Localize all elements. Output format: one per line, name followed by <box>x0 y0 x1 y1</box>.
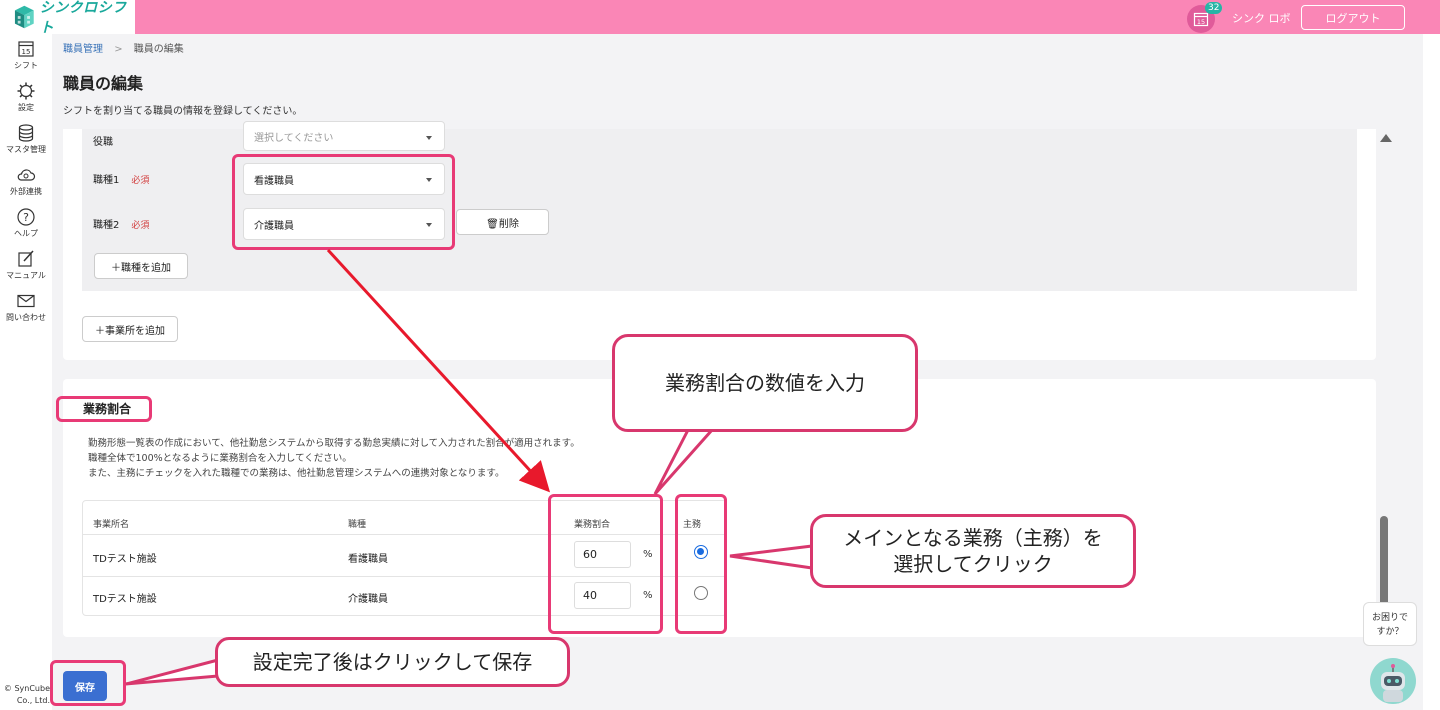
sidebar-item-label: シフト <box>14 61 38 70</box>
breadcrumb: 職員管理 > 職員の編集 <box>63 40 184 55</box>
scroll-up-arrow-icon[interactable] <box>1380 134 1392 142</box>
required-badge: 必須 <box>131 176 150 186</box>
required-badge: 必須 <box>131 221 150 231</box>
help-robot-avatar[interactable] <box>1370 658 1416 704</box>
job1-select-value: 看護職員 <box>254 175 294 187</box>
job-type-panel: 役職 選択してください 職種1 必須 看護職員 職種2 必須 介護職員 🗑削除 ＋職… <box>82 121 1357 291</box>
sidebar-item-label: マスタ管理 <box>6 145 46 154</box>
breadcrumb-current: 職員の編集 <box>133 44 184 55</box>
copyright: © SynCube Co., Ltd. <box>2 683 50 707</box>
row-divider <box>83 534 726 535</box>
delete-job-button[interactable]: 🗑削除 <box>456 209 549 235</box>
percent-unit: % <box>643 590 653 601</box>
copyright-line: Co., Ltd. <box>16 696 50 705</box>
sidebar-item-label: 設定 <box>18 103 34 112</box>
sidebar-item-help[interactable]: ? ヘルプ <box>0 207 52 239</box>
cloud-sync-icon <box>17 169 36 181</box>
page-description: シフトを割り当てる職員の情報を登録してください。 <box>63 106 303 117</box>
work-ratio-card: 業務割合 勤務形態一覧表の作成において、他社勤怠システムから取得する勤怠実績に対… <box>63 379 1376 637</box>
add-job-button[interactable]: ＋職種を追加 <box>94 253 188 279</box>
page-title: 職員の編集 <box>63 74 144 93</box>
scrollbar[interactable] <box>1376 130 1394 628</box>
sidebar-item-label: マニュアル <box>6 271 46 280</box>
office-assignment-card: 役職 選択してください 職種1 必須 看護職員 職種2 必須 介護職員 🗑削除 ＋職… <box>63 121 1376 360</box>
user-name: シンク ロボ <box>1232 12 1291 25</box>
logout-button[interactable]: ログアウト <box>1301 5 1405 30</box>
svg-text:?: ? <box>23 211 29 224</box>
job2-select[interactable]: 介護職員 <box>243 208 445 240</box>
job2-label-text: 職種2 <box>93 220 120 231</box>
mail-icon <box>17 294 35 308</box>
office-cell: TDテスト施設 <box>93 594 157 605</box>
column-header-job: 職種 <box>348 520 367 530</box>
help-bubble-line: すか？ <box>1376 627 1404 637</box>
chevron-down-icon <box>426 178 432 182</box>
position-label: 役職 <box>93 137 113 148</box>
logo-cube-icon <box>14 5 34 29</box>
job1-select[interactable]: 看護職員 <box>243 163 445 195</box>
job2-label: 職種2 必須 <box>93 216 149 231</box>
ratio-input[interactable]: 60 <box>574 541 631 568</box>
work-ratio-title: 業務割合 <box>83 402 132 416</box>
column-header-main: 主務 <box>683 520 702 530</box>
office-cell: TDテスト施設 <box>93 554 157 565</box>
sidebar-item-contact[interactable]: 問い合わせ <box>0 291 52 323</box>
breadcrumb-parent-link[interactable]: 職員管理 <box>63 44 103 55</box>
position-select-placeholder: 選択してください <box>254 132 334 144</box>
breadcrumb-separator: > <box>114 44 123 55</box>
edit-icon <box>18 250 34 267</box>
gear-icon <box>17 82 35 100</box>
column-header-ratio: 業務割合 <box>574 520 611 530</box>
logo-text: シンクロシフト <box>39 0 127 36</box>
svg-text:15: 15 <box>1197 18 1205 26</box>
main-content: 職員管理 > 職員の編集 職員の編集 シフトを割り当てる職員の情報を登録してくだ… <box>52 34 1423 710</box>
help-chat-bubble[interactable]: お困りで すか？ <box>1363 602 1417 646</box>
chevron-down-icon <box>426 223 432 227</box>
notification-count-badge: 32 <box>1205 2 1223 14</box>
svg-text:15: 15 <box>22 48 31 56</box>
column-header-office: 事業所名 <box>93 520 130 530</box>
main-job-radio[interactable] <box>694 545 708 559</box>
description-line: また、主務にチェックを入れた職種での業務は、他社勤怠管理システムへの連携対象とな… <box>88 468 505 479</box>
work-ratio-table: 事業所名 職種 業務割合 主務 TDテスト施設 看護職員 60 % TDテスト施… <box>82 500 727 616</box>
sidebar-item-settings[interactable]: 設定 <box>0 81 52 113</box>
app-logo[interactable]: シンクロシフト <box>0 0 135 36</box>
add-office-button[interactable]: ＋事業所を追加 <box>82 316 178 342</box>
sidebar-item-shift[interactable]: 15 シフト <box>0 39 52 71</box>
job-cell: 看護職員 <box>348 554 388 565</box>
sidebar-item-label: ヘルプ <box>14 229 38 238</box>
robot-icon <box>1381 664 1405 702</box>
sidebar-item-master[interactable]: マスタ管理 <box>0 123 52 155</box>
copyright-line: © SynCube <box>3 684 50 693</box>
save-button[interactable]: 保存 <box>63 671 107 701</box>
job1-label-text: 職種1 <box>93 175 120 186</box>
sidebar-item-label: 問い合わせ <box>6 313 46 322</box>
job2-select-value: 介護職員 <box>254 220 294 232</box>
job1-label: 職種1 必須 <box>93 171 149 186</box>
sidebar-item-label: 外部連携 <box>10 187 42 196</box>
calendar-icon: 15 <box>18 41 34 57</box>
position-select[interactable]: 選択してください <box>243 121 445 151</box>
description-line: 職種全体で100%となるように業務割合を入力してください。 <box>88 453 352 464</box>
description-line: 勤務形態一覧表の作成において、他社勤怠システムから取得する勤怠実績に対して入力さ… <box>88 438 580 449</box>
main-job-radio[interactable] <box>694 586 708 600</box>
sidebar: 15 シフト 設定 マスタ管理 外部連携 ? ヘルプ マニュアル 問い合わせ <box>0 34 52 710</box>
job-cell: 介護職員 <box>348 594 388 605</box>
row-divider <box>83 576 726 577</box>
help-icon: ? <box>17 208 35 226</box>
chevron-down-icon <box>426 136 432 140</box>
database-icon <box>18 124 34 142</box>
calendar-icon: 15 <box>1193 12 1209 27</box>
sidebar-item-integration[interactable]: 外部連携 <box>0 165 52 197</box>
help-bubble-line: お困りで <box>1371 613 1408 623</box>
percent-unit: % <box>643 549 653 560</box>
app-header: シンクロシフト 15 32 シンク ロボ ログアウト <box>0 0 1440 36</box>
sidebar-item-manual[interactable]: マニュアル <box>0 249 52 281</box>
ratio-input[interactable]: 40 <box>574 582 631 609</box>
work-ratio-description: 勤務形態一覧表の作成において、他社勤怠システムから取得する勤怠実績に対して入力さ… <box>88 436 580 481</box>
